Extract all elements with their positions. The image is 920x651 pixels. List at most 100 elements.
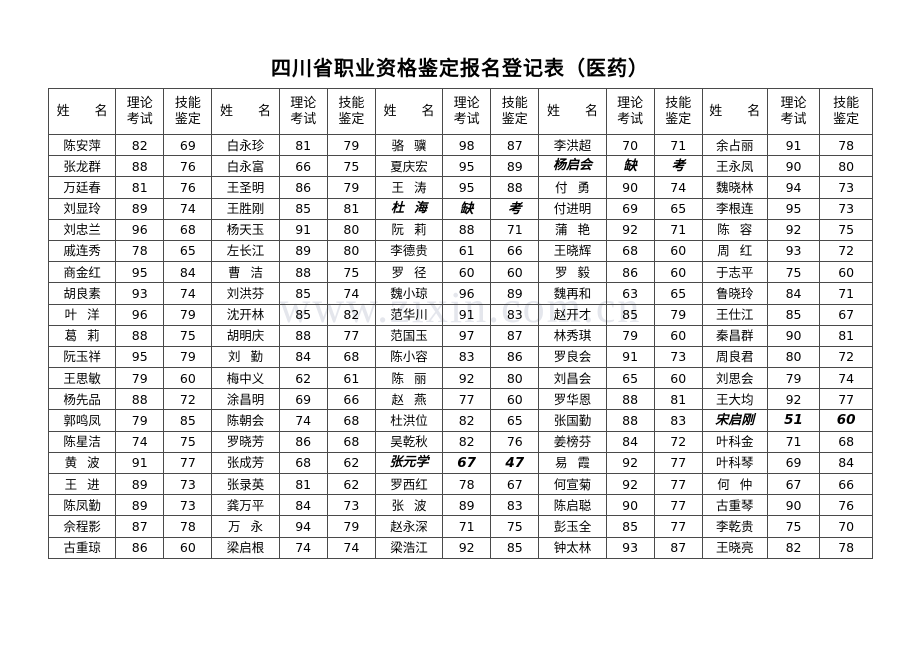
cell-name: 陈小容 [374, 345, 444, 369]
cell-name: 王思敏 [47, 367, 117, 390]
cell-skill-score: 68 [163, 218, 213, 241]
cell-name: 林秀琪 [538, 324, 607, 347]
cell-name: 王永凤 [701, 155, 768, 178]
cell-skill-score: 78 [819, 133, 873, 157]
cell-name: 王仕江 [701, 303, 768, 326]
cell-skill-score: 77 [326, 324, 376, 347]
cell-theory-score: 81 [115, 176, 165, 199]
cell-theory-score: 89 [442, 494, 492, 517]
col-header-name-4: 姓 名 [538, 88, 607, 135]
table-row: 陈星洁 74 75 罗晓芳 86 68 吴乾秋 82 76 姜榜芬 84 72 叶科金 71 68 [47, 430, 873, 453]
table-row: 佘程影 87 78 万永 94 79 赵永深 71 75 彭玉全 85 77 李乾贵 75 70 [47, 515, 873, 538]
cell-skill-score: 77 [819, 388, 873, 411]
cell-skill-score: 87 [490, 324, 540, 347]
cell-skill-score: 73 [653, 345, 703, 369]
cell-theory-score: 93 [605, 536, 655, 559]
cell-name: 胡良素 [47, 282, 117, 305]
cell-theory-score: 96 [115, 218, 165, 241]
cell-skill-score: 60 [163, 367, 213, 390]
cell-skill-score: 47 [490, 451, 540, 475]
cell-skill-score: 62 [326, 451, 376, 475]
cell-theory-score: 96 [115, 303, 165, 326]
cell-theory-score: 74 [278, 536, 328, 559]
cell-skill-score: 85 [490, 536, 540, 559]
cell-theory-score: 90 [766, 494, 821, 517]
cell-theory-score: 88 [115, 324, 165, 347]
cell-skill-score: 72 [653, 430, 703, 453]
cell-theory-score: 91 [442, 303, 492, 326]
cell-name: 阮莉 [374, 218, 444, 241]
cell-theory-score: 缺 [442, 197, 492, 220]
cell-name: 魏小琼 [374, 282, 444, 305]
cell-skill-score: 75 [163, 324, 213, 347]
col-header-skill-4: 技能 鉴定 [653, 88, 703, 135]
cell-theory-score: 62 [278, 367, 328, 390]
cell-name: 付进明 [538, 197, 607, 220]
col-header-skill-3: 技能 鉴定 [490, 88, 540, 135]
cell-skill-score: 81 [819, 324, 873, 347]
cell-name: 张国勤 [538, 409, 607, 432]
cell-skill-score: 75 [490, 515, 540, 538]
cell-skill-score: 80 [819, 155, 873, 178]
cell-name: 钟太林 [538, 536, 607, 559]
cell-skill-score: 71 [653, 218, 703, 241]
cell-name: 梅中义 [211, 367, 280, 390]
table-row: 黄波 91 77 张成芳 68 62 张元学 67 47 易霞 92 77 叶科琴 69 84 [47, 451, 873, 475]
cell-name: 佘程影 [47, 515, 117, 538]
cell-name: 于志平 [701, 261, 768, 284]
cell-theory-score: 95 [115, 261, 165, 284]
cell-skill-score: 65 [490, 409, 540, 432]
cell-name: 付勇 [538, 176, 607, 199]
cell-skill-score: 86 [490, 345, 540, 369]
cell-theory-score: 81 [278, 133, 328, 157]
cell-name: 秦昌群 [701, 324, 768, 347]
cell-theory-score: 82 [766, 536, 821, 559]
cell-name: 叶科琴 [701, 451, 768, 475]
cell-theory-score: 74 [115, 430, 165, 453]
cell-name: 王胜刚 [211, 197, 280, 220]
cell-theory-score: 90 [766, 324, 821, 347]
cell-skill-score: 79 [653, 303, 703, 326]
cell-skill-score: 80 [326, 218, 376, 241]
cell-theory-score: 77 [442, 388, 492, 411]
cell-name: 夏庆宏 [374, 155, 444, 178]
cell-name: 范国玉 [374, 324, 444, 347]
cell-name: 左长江 [211, 239, 280, 263]
cell-skill-score: 68 [819, 430, 873, 453]
col-header-name-1: 姓 名 [47, 88, 117, 135]
cell-theory-score: 70 [605, 133, 655, 157]
cell-theory-score: 85 [278, 197, 328, 220]
cell-theory-score: 84 [278, 345, 328, 369]
cell-skill-score: 68 [326, 409, 376, 432]
table-body: 陈安萍 82 69 白永珍 81 79 骆骥 98 87 李洪超 70 71 余占丽 91 78 张龙群 88 7… [47, 133, 873, 559]
cell-name: 黄波 [47, 451, 117, 475]
cell-theory-score: 78 [115, 239, 165, 263]
cell-skill-score: 71 [819, 282, 873, 305]
cell-theory-score: 94 [278, 515, 328, 538]
table-row: 刘忠兰 96 68 杨天玉 91 80 阮莉 88 71 蒲艳 92 71 陈容 92 75 [47, 218, 873, 241]
cell-name: 罗径 [374, 261, 444, 284]
cell-name: 张元学 [374, 451, 444, 475]
cell-name: 周良君 [701, 345, 768, 369]
cell-theory-score: 69 [278, 388, 328, 411]
cell-skill-score: 68 [326, 345, 376, 369]
cell-theory-score: 71 [766, 430, 821, 453]
cell-theory-score: 63 [605, 282, 655, 305]
cell-theory-score: 94 [766, 176, 821, 199]
cell-theory-score: 88 [278, 261, 328, 284]
cell-skill-score: 66 [819, 472, 873, 496]
cell-name: 梁浩江 [374, 536, 444, 559]
cell-skill-score: 72 [163, 388, 213, 411]
cell-name: 王大均 [701, 388, 768, 411]
cell-theory-score: 88 [442, 218, 492, 241]
cell-skill-score: 61 [326, 367, 376, 390]
cell-name: 商金红 [47, 261, 117, 284]
cell-theory-score: 85 [766, 303, 821, 326]
table-header-row: 姓 名理论 考试 技能 鉴定姓 名理论 考试 技能 鉴定姓 名理论 考试 技能 鉴定姓 名理论 考试… [47, 88, 873, 135]
cell-name: 戚连秀 [47, 239, 117, 263]
cell-name: 罗华恩 [538, 388, 607, 411]
cell-name: 梁启根 [211, 536, 280, 559]
cell-theory-score: 91 [605, 345, 655, 369]
cell-theory-score: 80 [766, 345, 821, 369]
cell-name: 杨天玉 [211, 218, 280, 241]
